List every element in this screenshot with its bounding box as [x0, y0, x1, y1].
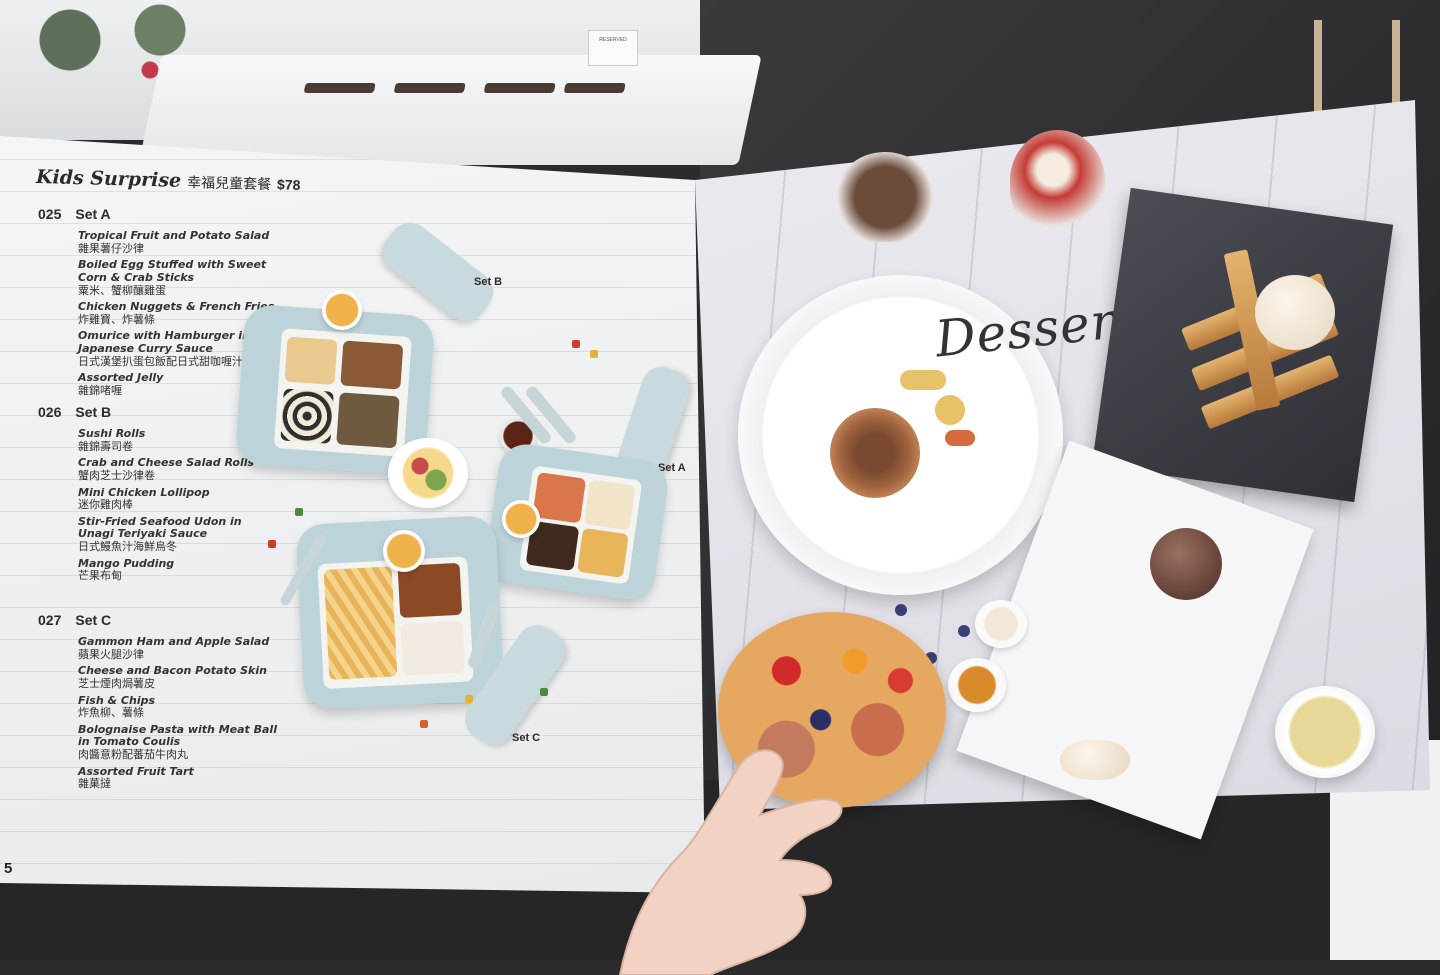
compartment-fish-chips: [323, 566, 398, 680]
set-c-header: 027 Set C: [38, 612, 278, 628]
list-item: Fish & Chips 炸魚柳、薯條: [78, 693, 156, 720]
compartment-salad: [400, 620, 466, 676]
list-item: Mango Pudding 芒果布甸: [78, 556, 175, 583]
menu-heading-zh: 幸福兒童套餐: [186, 173, 272, 193]
jelly-candy: [295, 508, 303, 516]
banana-slice: [935, 395, 965, 425]
compartment-fries: [577, 527, 629, 578]
menu-heading-price: $78: [276, 176, 301, 193]
jelly-candy: [590, 350, 598, 358]
table-sign: RESERVED: [588, 30, 638, 66]
ice-cream-scoop: [1255, 275, 1335, 350]
caramel-sauce: [945, 430, 975, 446]
fruit-salad-bowl: [388, 438, 468, 508]
set-code: 025: [38, 206, 62, 222]
hand: [618, 749, 843, 975]
lunchbox-tray: [273, 328, 412, 457]
page-number: 5: [4, 860, 13, 877]
list-item: Crab and Cheese Salad Rolls 蟹肉芝士沙律卷: [78, 456, 255, 482]
menu-heading-title: Kids Surprise: [35, 166, 182, 192]
list-item: Assorted Fruit Tart 雜菓撻: [78, 764, 194, 791]
list-item: Boiled Egg Stuffed with Sweet Corn & Cra…: [78, 258, 267, 297]
set-code: 027: [38, 612, 62, 628]
compartment-omurice: [532, 472, 587, 524]
jelly-candy: [540, 688, 548, 696]
photo-label-set-b: Set B: [474, 276, 503, 288]
sauce-bowl: [322, 290, 362, 330]
jelly-candy: [420, 720, 428, 728]
list-item: Cheese and Bacon Potato Skin 芝士煙肉焗薯皮: [78, 664, 267, 690]
compartment-udon: [336, 392, 400, 449]
table-tray: [563, 83, 626, 93]
table-tray: [393, 83, 466, 93]
list-item: Tropical Fruit and Potato Salad 雜果薯仔沙律: [78, 229, 270, 255]
compartment-egg: [583, 479, 636, 531]
compartment-fruit: [284, 336, 338, 385]
blueberry: [958, 625, 970, 637]
lunchbox-tray: [317, 556, 474, 690]
set-name: Set C: [75, 612, 112, 628]
compartment-sushi: [280, 388, 334, 444]
sauce-bowl: [383, 530, 425, 572]
set-c-block: 027 Set C Gammon Ham and Apple Salad 蘋果火腿…: [38, 612, 278, 795]
list-item: Mini Chicken Lollipop 迷你雞肉棒: [78, 485, 210, 512]
jelly-candy: [268, 540, 276, 548]
table-sign-text: RESERVED: [599, 37, 627, 43]
lava-cake: [1150, 528, 1222, 600]
set-name: Set A: [75, 206, 111, 222]
background-table: [138, 55, 762, 165]
set-a-header: 025 Set A: [38, 206, 278, 222]
cream-cup: [975, 600, 1027, 648]
table-tray: [483, 83, 556, 93]
set-name: Set B: [75, 404, 112, 420]
blueberry: [895, 604, 907, 616]
list-item: Gammon Ham and Apple Salad 蘋果火腿沙律: [78, 635, 270, 661]
compartment-noodles: [340, 340, 404, 390]
list-item: Stir-Fried Seafood Udon in Unagi Teriyak…: [78, 514, 242, 554]
set-code: 026: [38, 404, 62, 420]
banana-slices: [900, 370, 946, 390]
tea-cup: [1275, 686, 1375, 778]
jelly-candy: [465, 695, 473, 703]
photo-label-set-c: Set C: [512, 732, 541, 744]
tiramisu-cake: [830, 408, 920, 498]
parfait-glass: [835, 152, 935, 242]
sauce-bowl: [502, 500, 540, 538]
jelly-candy: [572, 340, 580, 348]
list-item: Bolognaise Pasta with Meat Ball in Tomat…: [78, 722, 277, 762]
sundae-glass: [1010, 130, 1105, 230]
sorbet-quenelle: [1060, 740, 1130, 780]
honey-cup: [948, 658, 1006, 712]
table-tray: [303, 83, 376, 93]
